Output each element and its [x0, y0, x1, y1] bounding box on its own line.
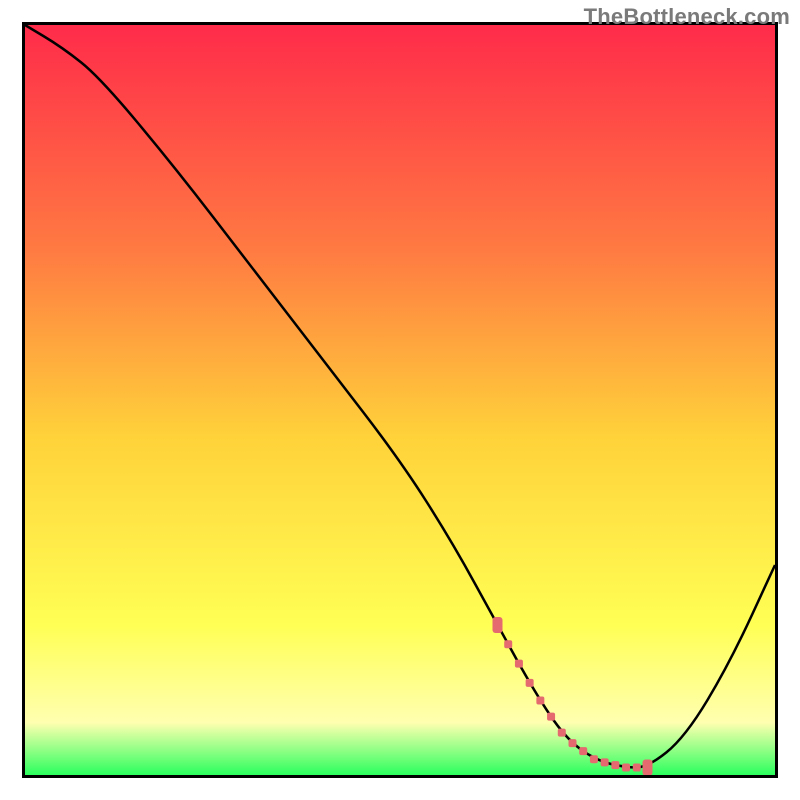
plot-area — [22, 22, 778, 778]
optimal-marker-dot — [504, 640, 512, 648]
bottleneck-curve — [25, 25, 775, 768]
optimal-marker-dot — [579, 747, 587, 755]
chart-container: TheBottleneck.com — [0, 0, 800, 800]
optimal-marker-dot — [622, 764, 630, 772]
curve-layer — [25, 25, 775, 775]
optimal-marker-dot — [633, 764, 641, 772]
optimal-marker-dot — [558, 729, 566, 737]
optimal-marker-dot — [547, 713, 555, 721]
optimal-marker-endcap — [493, 617, 503, 633]
optimal-marker-band — [493, 617, 653, 775]
optimal-marker-dot — [569, 739, 577, 747]
optimal-marker-dot — [590, 755, 598, 763]
optimal-marker-dot — [526, 679, 534, 687]
optimal-marker-dot — [611, 761, 619, 769]
optimal-marker-dot — [515, 660, 523, 668]
optimal-marker-endcap — [643, 760, 653, 776]
optimal-marker-dot — [536, 697, 544, 705]
optimal-marker-dot — [601, 758, 609, 766]
watermark-text: TheBottleneck.com — [584, 4, 790, 30]
